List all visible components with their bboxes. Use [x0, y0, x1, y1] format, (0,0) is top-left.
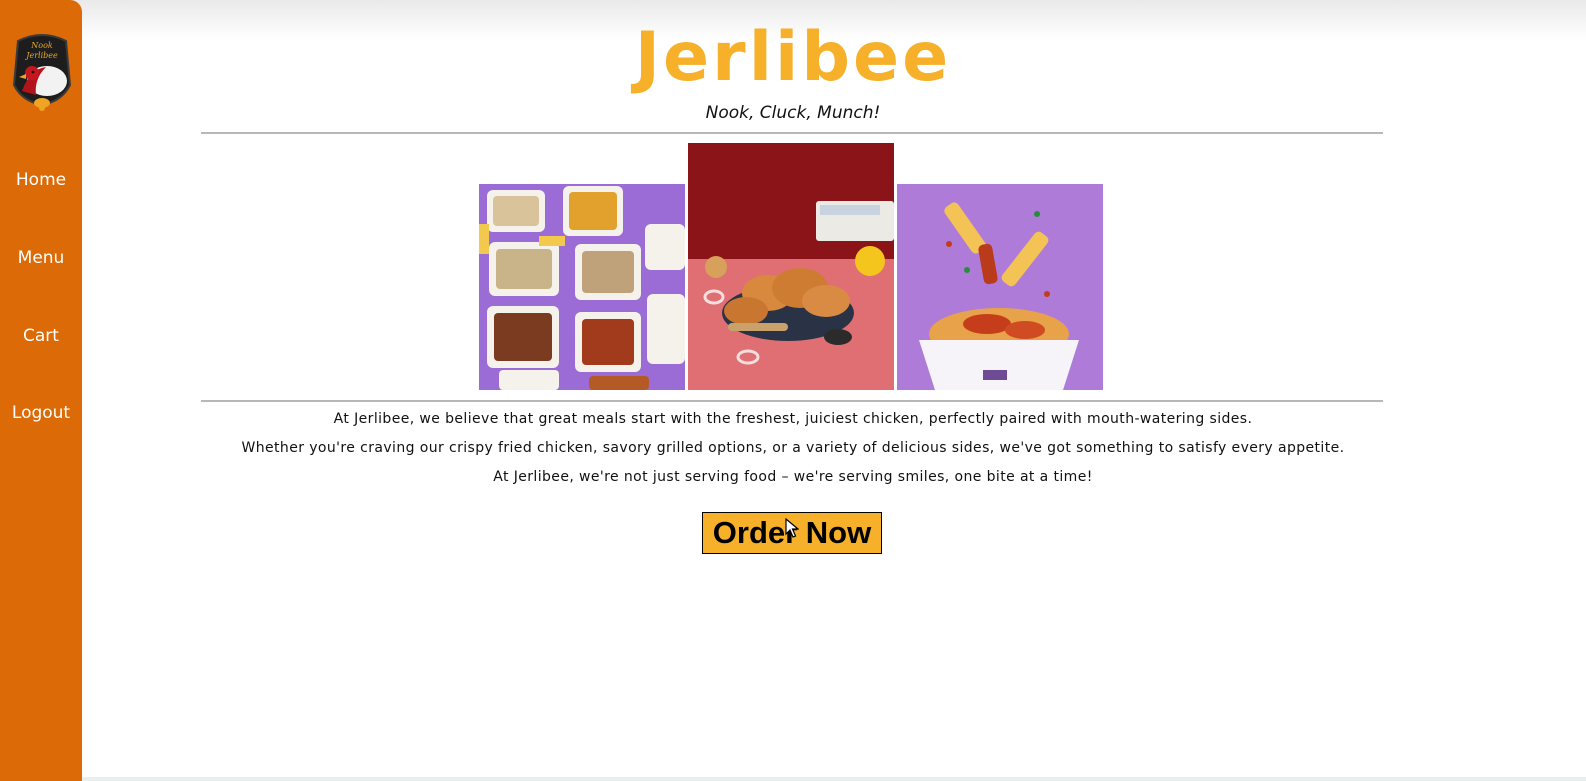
- page: Nook Jerlibee Home Menu Cart Logout Jerl…: [0, 0, 1586, 781]
- food-trays-photo: [479, 184, 685, 390]
- bottom-strip: [0, 777, 1586, 781]
- fried-chicken-photo: [688, 143, 894, 390]
- divider-top: [201, 132, 1383, 134]
- about-paragraph-3: At Jerlibee, we're not just serving food…: [493, 469, 1093, 485]
- divider-bottom: [201, 400, 1383, 402]
- brand-tagline: Nook, Cluck, Munch!: [705, 103, 881, 123]
- nav-cart[interactable]: Cart: [0, 326, 82, 346]
- brand-title: Jerlibee: [634, 18, 952, 97]
- nav-home[interactable]: Home: [0, 170, 82, 190]
- mouse-pointer-icon: [785, 517, 800, 538]
- about-paragraph-2: Whether you're craving our crispy fried …: [241, 440, 1345, 456]
- about-paragraph-1: At Jerlibee, we believe that great meals…: [333, 411, 1253, 427]
- loaded-fries-photo: [897, 184, 1103, 390]
- nav-menu[interactable]: Menu: [0, 248, 82, 268]
- nav-logout[interactable]: Logout: [0, 403, 82, 423]
